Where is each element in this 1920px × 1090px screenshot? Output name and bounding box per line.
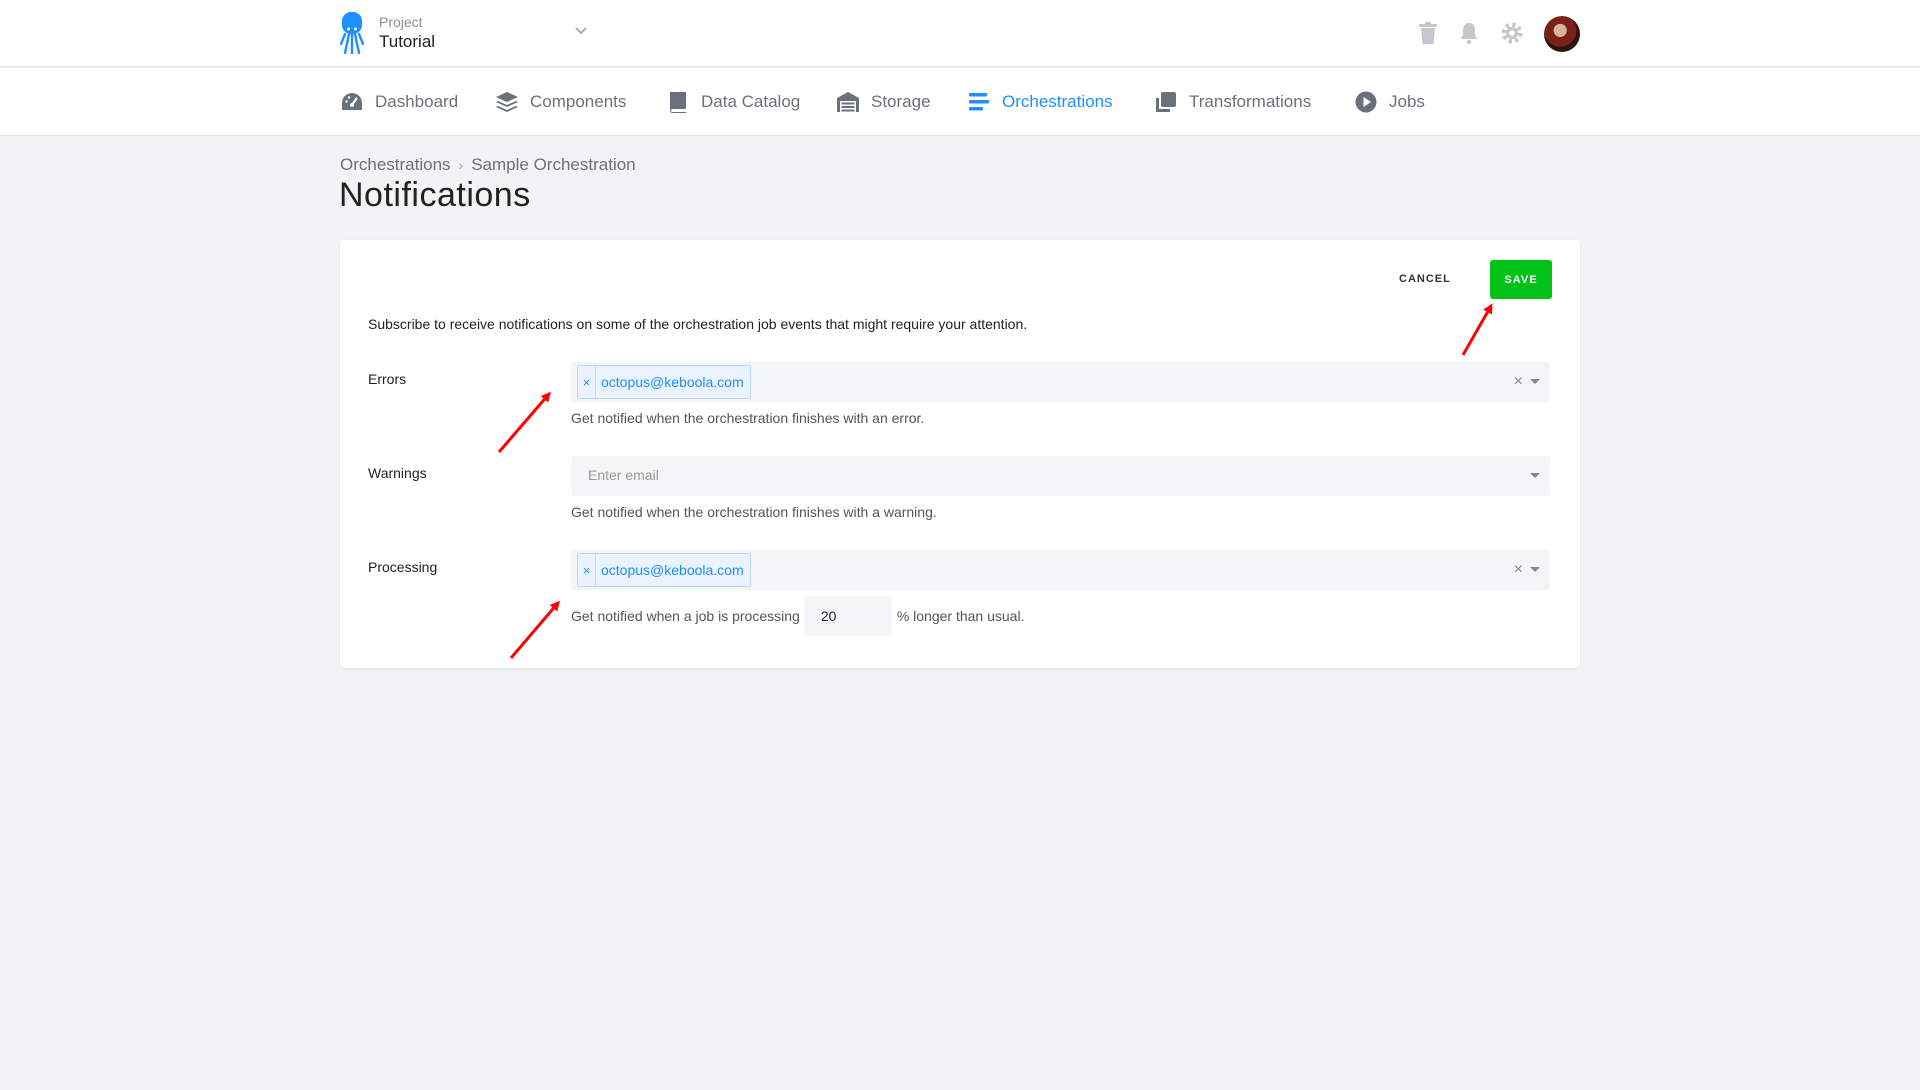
nav-label: Components bbox=[530, 92, 627, 111]
breadcrumb-sample-orchestration-link[interactable]: Sample Orchestration bbox=[471, 155, 635, 175]
nav-item-storage[interactable]: Storage bbox=[836, 68, 931, 136]
gear-icon[interactable] bbox=[1500, 21, 1524, 45]
nav-item-data-catalog[interactable]: Data Catalog bbox=[666, 68, 800, 136]
project-label: Project bbox=[379, 14, 423, 30]
warnings-help-text: Get notified when the orchestration fini… bbox=[571, 504, 937, 520]
project-name: Tutorial bbox=[379, 32, 436, 51]
play-circle-icon bbox=[1355, 91, 1377, 113]
bars-icon bbox=[969, 93, 989, 111]
errors-email-select[interactable]: × octopus@keboola.com × bbox=[571, 362, 1550, 402]
nav-item-dashboard[interactable]: Dashboard bbox=[340, 68, 458, 136]
nav-item-orchestrations[interactable]: Orchestrations bbox=[967, 68, 1113, 136]
errors-label: Errors bbox=[368, 371, 407, 387]
save-button[interactable]: SAVE bbox=[1490, 260, 1552, 299]
bell-icon[interactable] bbox=[1457, 21, 1481, 45]
clear-icon[interactable]: × bbox=[1514, 560, 1523, 580]
nav-label: Orchestrations bbox=[1002, 92, 1113, 111]
nav-label: Data Catalog bbox=[701, 92, 801, 111]
remove-tag-icon[interactable]: × bbox=[578, 554, 596, 586]
nav-label: Storage bbox=[871, 92, 931, 111]
email-tag-label: octopus@keboola.com bbox=[601, 562, 744, 578]
top-header: Project Tutorial bbox=[0, 0, 1920, 67]
breadcrumb-separator: › bbox=[458, 157, 464, 173]
email-tag: × octopus@keboola.com bbox=[577, 365, 751, 399]
main-nav: Dashboard Components Data Catalog Storag… bbox=[0, 68, 1920, 136]
dashboard-gauge-icon bbox=[342, 93, 362, 110]
processing-percent-input[interactable] bbox=[803, 596, 892, 636]
warnings-email-select[interactable]: Enter email bbox=[571, 456, 1550, 496]
breadcrumb-orchestrations-link[interactable]: Orchestrations bbox=[340, 155, 451, 175]
processing-help-before: Get notified when a job is processing bbox=[571, 608, 800, 624]
project-switcher[interactable]: Project Tutorial bbox=[340, 12, 435, 54]
processing-label: Processing bbox=[368, 559, 438, 575]
warehouse-icon bbox=[837, 92, 859, 112]
intro-text: Subscribe to receive notifications on so… bbox=[368, 316, 1028, 332]
warnings-placeholder: Enter email bbox=[588, 467, 659, 483]
caret-down-icon[interactable] bbox=[1530, 379, 1540, 384]
nav-item-components[interactable]: Components bbox=[495, 68, 626, 136]
nav-item-jobs[interactable]: Jobs bbox=[1354, 68, 1425, 136]
warnings-label: Warnings bbox=[368, 465, 427, 481]
octopus-logo-icon bbox=[340, 12, 364, 54]
cancel-button[interactable]: CANCEL bbox=[1383, 260, 1467, 298]
breadcrumb: Orchestrations › Sample Orchestration bbox=[340, 155, 636, 175]
user-avatar[interactable] bbox=[1544, 16, 1580, 52]
email-tag: × octopus@keboola.com bbox=[577, 553, 751, 587]
book-icon bbox=[669, 92, 686, 113]
processing-email-select[interactable]: × octopus@keboola.com × bbox=[571, 550, 1550, 590]
email-tag-label: octopus@keboola.com bbox=[601, 374, 744, 390]
page-title: Notifications bbox=[339, 176, 531, 214]
nav-label: Jobs bbox=[1389, 92, 1425, 111]
processing-help-after: % longer than usual. bbox=[896, 608, 1025, 624]
notifications-card: CANCEL SAVE Subscribe to receive notific… bbox=[340, 240, 1580, 668]
nav-item-transformations[interactable]: Transformations bbox=[1154, 68, 1311, 136]
copy-icon bbox=[1156, 92, 1176, 112]
remove-tag-icon[interactable]: × bbox=[578, 366, 596, 398]
trash-icon[interactable] bbox=[1416, 21, 1440, 45]
clear-icon[interactable]: × bbox=[1514, 372, 1523, 392]
layers-icon bbox=[496, 92, 518, 112]
nav-label: Dashboard bbox=[375, 92, 459, 111]
chevron-down-icon[interactable] bbox=[574, 26, 588, 36]
nav-label: Transformations bbox=[1189, 92, 1312, 111]
caret-down-icon[interactable] bbox=[1530, 473, 1540, 478]
errors-help-text: Get notified when the orchestration fini… bbox=[571, 410, 925, 426]
processing-help: Get notified when a job is processing % … bbox=[571, 596, 1024, 636]
caret-down-icon[interactable] bbox=[1530, 567, 1540, 572]
